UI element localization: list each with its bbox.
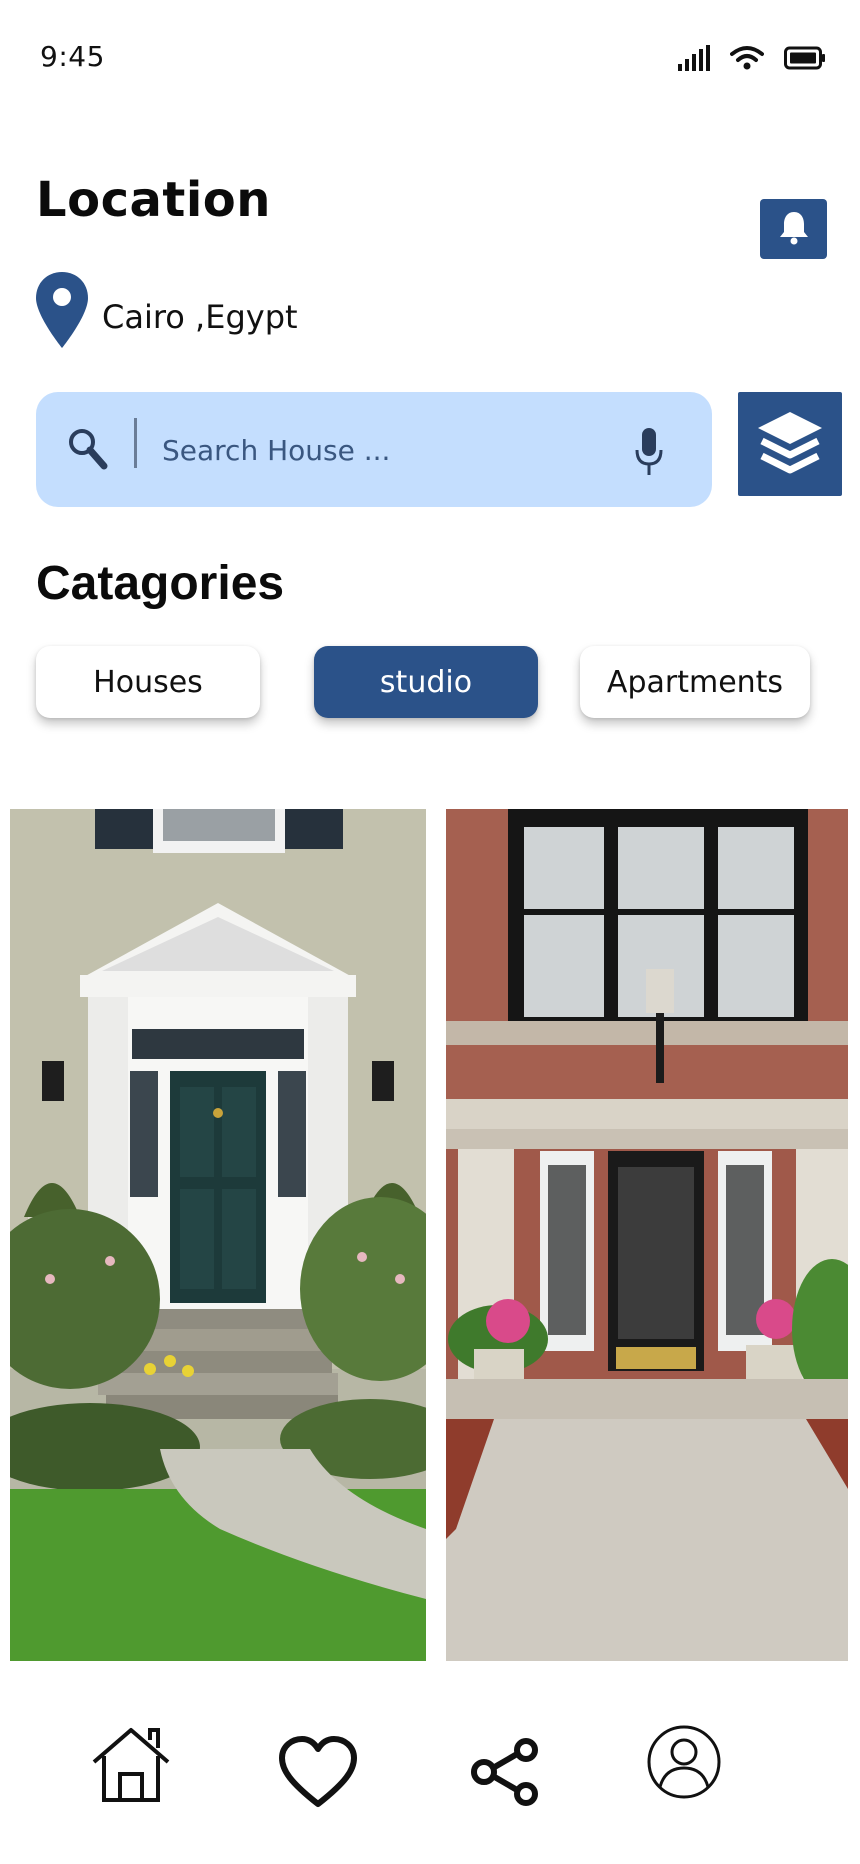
filter-layers-button[interactable] bbox=[738, 392, 842, 496]
map-pin-icon bbox=[34, 270, 90, 350]
bell-icon bbox=[777, 209, 811, 250]
heart-icon bbox=[278, 1735, 358, 1813]
status-time: 9:45 bbox=[40, 40, 105, 73]
location-city[interactable]: Cairo ,Egypt bbox=[102, 298, 298, 336]
magnifier-icon[interactable] bbox=[64, 424, 114, 474]
battery-icon bbox=[784, 46, 826, 70]
status-icons bbox=[678, 40, 826, 76]
notifications-button[interactable] bbox=[760, 199, 827, 259]
category-chip-houses[interactable]: Houses bbox=[36, 646, 260, 718]
nav-share[interactable] bbox=[470, 1737, 540, 1811]
location-heading: Location bbox=[36, 172, 271, 228]
listing-card-house[interactable] bbox=[10, 809, 426, 1661]
home-screen: 9:45 Location Cairo ,Egypt Search House … bbox=[0, 0, 860, 1864]
microphone-icon[interactable] bbox=[634, 426, 664, 478]
nav-profile[interactable] bbox=[646, 1724, 722, 1805]
cellular-signal-icon bbox=[678, 45, 710, 71]
layers-icon bbox=[754, 406, 826, 483]
category-chip-apartments[interactable]: Apartments bbox=[580, 646, 810, 718]
categories-heading: Catagories bbox=[36, 557, 285, 610]
wifi-icon bbox=[730, 45, 764, 71]
nav-favorites[interactable] bbox=[278, 1735, 358, 1813]
brick-building-glass-entrance-photo bbox=[446, 809, 848, 1661]
user-profile-icon bbox=[646, 1724, 722, 1805]
search-divider bbox=[134, 418, 137, 468]
home-icon bbox=[88, 1726, 174, 1809]
search-input[interactable] bbox=[162, 420, 592, 480]
share-icon bbox=[470, 1737, 540, 1811]
category-chip-studio[interactable]: studio bbox=[314, 646, 538, 718]
search-bar[interactable] bbox=[36, 392, 712, 507]
listing-card-building[interactable] bbox=[446, 809, 848, 1661]
nav-home[interactable] bbox=[88, 1726, 174, 1809]
white-portico-house-entrance-photo bbox=[10, 809, 426, 1661]
